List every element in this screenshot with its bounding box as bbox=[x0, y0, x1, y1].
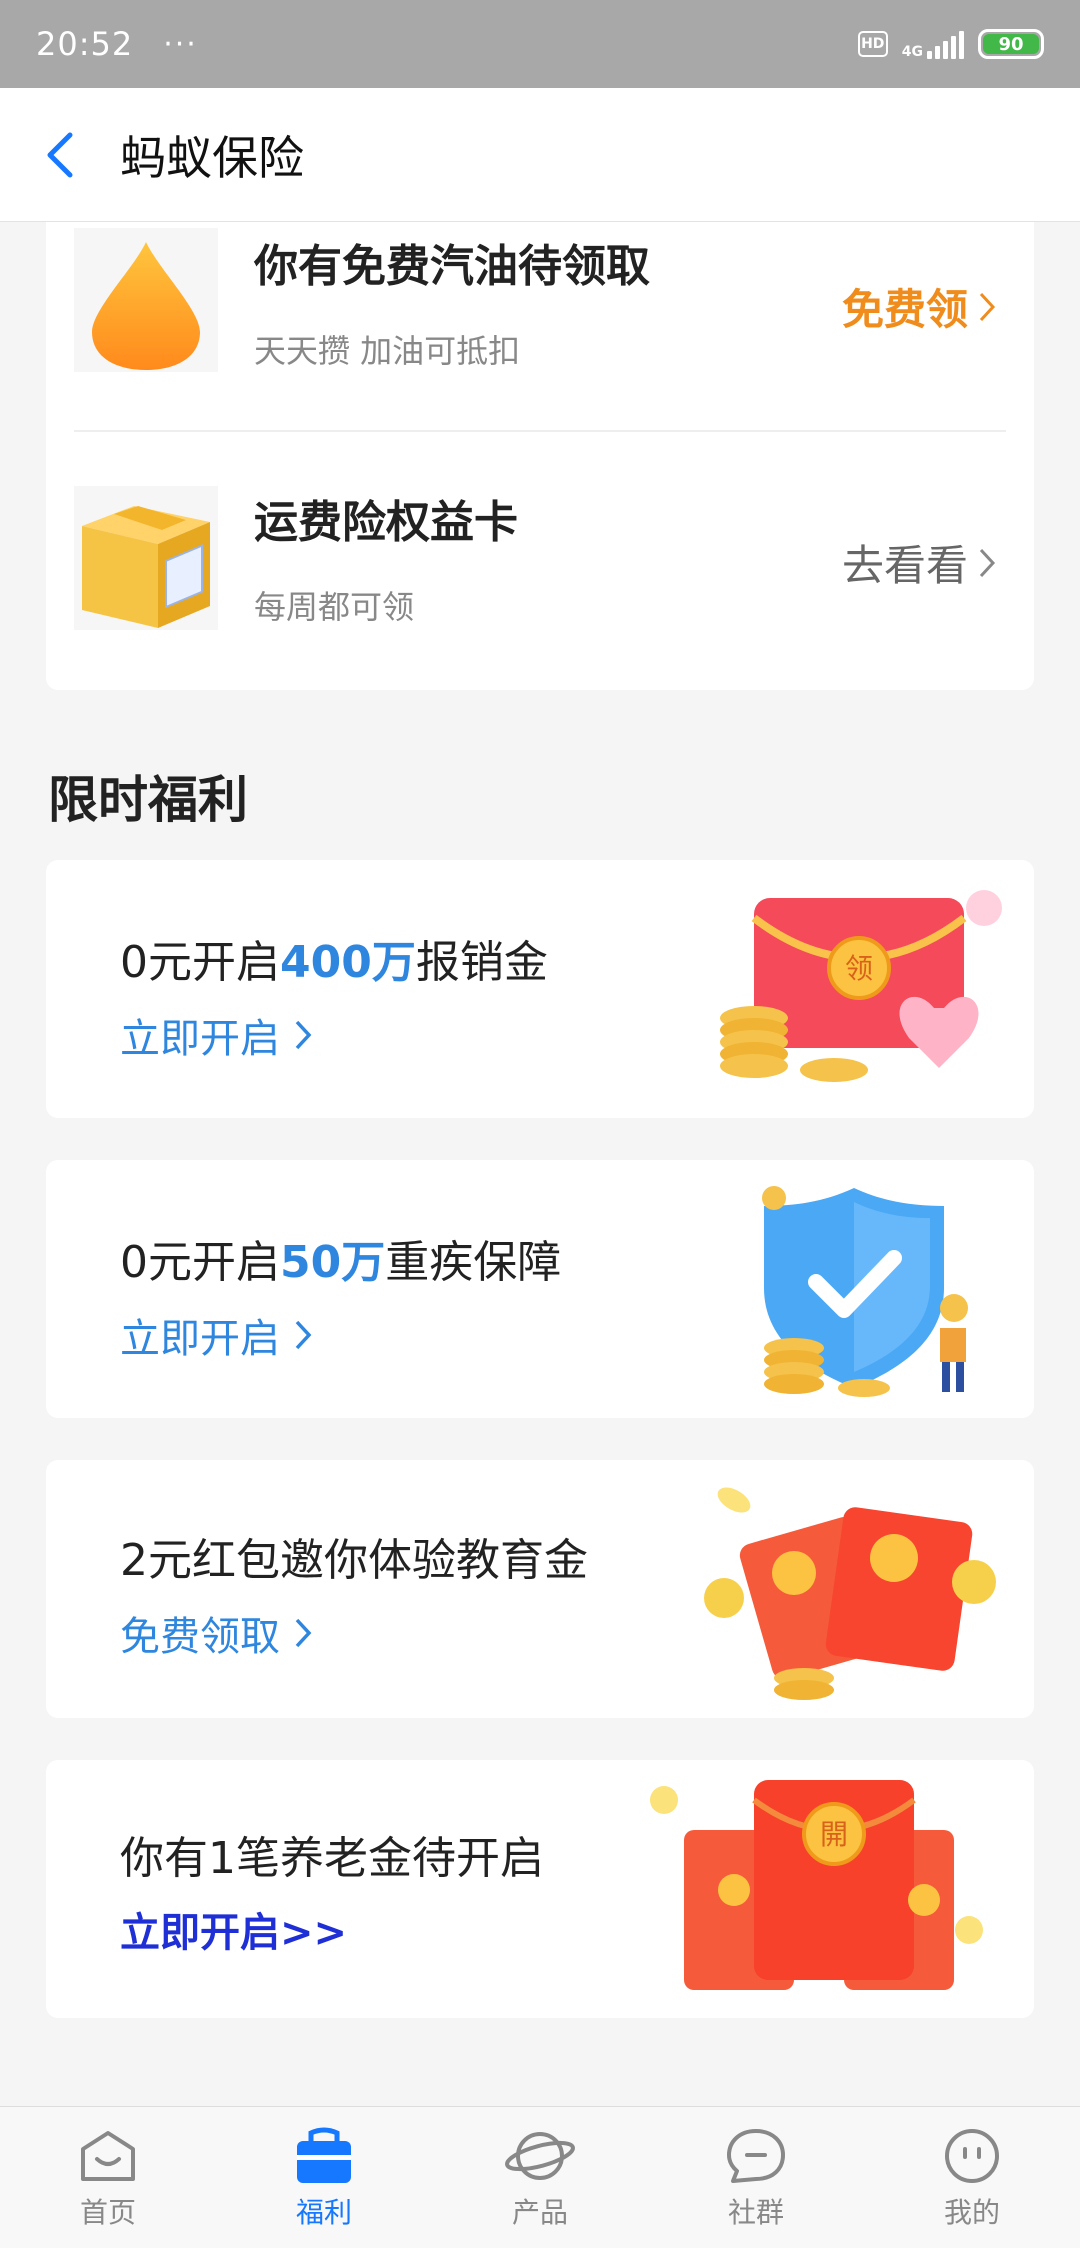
tab-label: 产品 bbox=[511, 2196, 568, 2229]
promo-link-button[interactable]: 立即开启>> bbox=[120, 1900, 347, 1958]
tab-label: 社群 bbox=[727, 2196, 784, 2229]
promo-link-button[interactable]: 立即开启 bbox=[120, 1006, 312, 1064]
red-envelope-coins-icon: 领 bbox=[714, 878, 1004, 1102]
smiley-icon bbox=[945, 2129, 999, 2183]
package-box-icon bbox=[74, 486, 218, 630]
benefit-action-button[interactable]: 去看看 bbox=[842, 532, 996, 593]
promo-card-education[interactable]: 2元红包邀你体验教育金 免费领取 bbox=[46, 1460, 1034, 1718]
status-dots: ··· bbox=[163, 26, 198, 62]
gift-bag-icon bbox=[297, 2127, 351, 2183]
nav-bar: 蚂蚁保险 bbox=[0, 88, 1080, 222]
promo-title-highlight: 400万 bbox=[280, 937, 416, 988]
promo-card-reimbursement[interactable]: 0元开启400万报销金 立即开启 领 bbox=[46, 860, 1034, 1118]
home-icon bbox=[81, 2131, 135, 2181]
svg-text:领: 领 bbox=[845, 952, 873, 985]
promo-title-pre: 0元开启 bbox=[120, 937, 280, 988]
benefit-subtitle: 天天攒 加油可抵扣 bbox=[254, 332, 521, 370]
benefit-action-label: 去看看 bbox=[841, 541, 968, 590]
promo-link-label: 免费领取 bbox=[120, 1614, 280, 1660]
chevron-right-icon bbox=[979, 292, 996, 321]
benefit-subtitle: 每周都可领 bbox=[254, 588, 415, 626]
tab-label: 我的 bbox=[943, 2196, 1000, 2229]
promo-title: 2元红包邀你体验教育金 bbox=[120, 1524, 588, 1588]
benefit-action-label: 免费领 bbox=[841, 285, 968, 334]
promo-card-pension[interactable]: 你有1笔养老金待开启 立即开启>> 開 bbox=[46, 1760, 1034, 2018]
red-envelopes-icon bbox=[674, 1478, 1004, 1712]
promo-link-label: 立即开启>> bbox=[120, 1910, 348, 1956]
tab-label: 福利 bbox=[295, 2196, 352, 2229]
tab-home[interactable]: 首页 bbox=[0, 2107, 216, 2248]
chevron-right-icon bbox=[295, 1320, 312, 1350]
tab-products[interactable]: 产品 bbox=[432, 2107, 648, 2248]
chevron-left-icon bbox=[47, 132, 73, 177]
chevron-right-icon bbox=[979, 548, 996, 577]
benefit-title: 你有免费汽油待领取 bbox=[254, 241, 650, 292]
promo-link-button[interactable]: 立即开启 bbox=[120, 1306, 312, 1364]
section-title: 限时福利 bbox=[48, 771, 248, 829]
network-type: 4G bbox=[901, 44, 923, 60]
promo-link-label: 立即开启 bbox=[120, 1316, 280, 1362]
open-envelope-icon: 開 bbox=[644, 1770, 984, 2014]
promo-title-post: 重疾保障 bbox=[385, 1237, 562, 1288]
promo-title-post: 报销金 bbox=[415, 937, 548, 988]
benefit-row-shipping[interactable]: 运费险权益卡 每周都可领 去看看 bbox=[74, 486, 1006, 686]
promo-title-pre: 0元开启 bbox=[120, 1237, 280, 1288]
chat-bubble-icon bbox=[727, 2129, 785, 2183]
promo-link-label: 立即开启 bbox=[120, 1016, 280, 1062]
benefit-action-button[interactable]: 免费领 bbox=[842, 276, 996, 337]
status-icons: HD 4G 90 bbox=[857, 29, 1044, 59]
svg-text:開: 開 bbox=[820, 1818, 848, 1851]
benefit-title: 运费险权益卡 bbox=[254, 497, 518, 548]
signal-icon: 4G bbox=[902, 29, 964, 59]
promo-title-pre: 2元红包邀你体验教育金 bbox=[120, 1535, 588, 1586]
tab-benefits[interactable]: 福利 bbox=[216, 2107, 432, 2248]
tab-mine[interactable]: 我的 bbox=[864, 2107, 1080, 2248]
benefit-row-oil[interactable]: 你有免费汽油待领取 天天攒 加油可抵扣 免费领 bbox=[74, 228, 1006, 428]
tab-community[interactable]: 社群 bbox=[648, 2107, 864, 2248]
promo-title-pre: 你有1笔养老金待开启 bbox=[120, 1833, 544, 1884]
promo-title-highlight: 50万 bbox=[280, 1237, 386, 1288]
page-title: 蚂蚁保险 bbox=[120, 130, 304, 185]
planet-icon bbox=[505, 2132, 575, 2180]
status-bar: 20:52 ··· HD 4G 90 bbox=[0, 0, 1080, 88]
benefits-card: 你有免费汽油待领取 天天攒 加油可抵扣 免费领 运费险权益卡 每周都可领 去看看 bbox=[46, 222, 1034, 690]
chevron-right-icon bbox=[295, 1618, 312, 1648]
status-time: 20:52 bbox=[36, 25, 134, 63]
promo-title: 你有1笔养老金待开启 bbox=[120, 1822, 544, 1886]
promo-link-button[interactable]: 免费领取 bbox=[120, 1604, 312, 1662]
back-button[interactable] bbox=[0, 88, 120, 222]
hd-icon: HD bbox=[857, 31, 888, 57]
tab-bar: 首页 福利 产品 社群 我的 bbox=[0, 2106, 1080, 2248]
tab-label: 首页 bbox=[79, 2196, 136, 2229]
divider bbox=[74, 430, 1006, 432]
battery-icon: 90 bbox=[978, 29, 1044, 59]
oil-drop-icon bbox=[74, 228, 218, 372]
promo-title: 0元开启400万报销金 bbox=[120, 926, 548, 990]
chevron-right-icon bbox=[295, 1020, 312, 1050]
shield-check-icon bbox=[744, 1178, 1004, 1412]
battery-level: 90 bbox=[998, 33, 1024, 55]
promo-card-critical-illness[interactable]: 0元开启50万重疾保障 立即开启 bbox=[46, 1160, 1034, 1418]
promo-title: 0元开启50万重疾保障 bbox=[120, 1226, 561, 1290]
